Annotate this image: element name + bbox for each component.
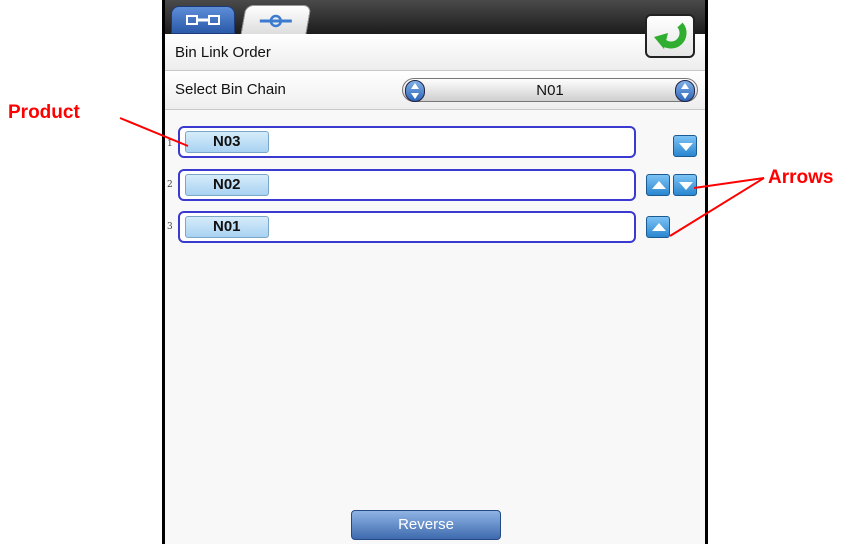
bin-chain-select-row: Select Bin Chain N01 [165,71,705,110]
link-order-list: 1 N03 2 N02 3 N01 [165,110,705,544]
product-chip[interactable]: N02 [185,174,269,196]
return-arrow-icon [654,22,687,49]
row-number: 1 [167,139,173,149]
arrows-callout-label: Arrows [768,167,834,188]
list-item[interactable]: N01 [178,211,636,243]
row-number: 2 [167,180,173,190]
arrow-up-icon [652,181,666,189]
spinner-left-icon[interactable] [405,80,425,102]
select-bin-chain-label: Select Bin Chain [175,81,286,98]
move-down-button[interactable] [673,174,697,196]
chain-link-icon [259,14,292,27]
list-item[interactable]: N03 [178,126,636,158]
tab-links[interactable] [240,5,312,35]
arrow-down-icon [679,182,693,190]
move-down-button[interactable] [673,135,697,157]
row-number: 3 [167,222,173,232]
bin-link-icon [186,15,220,25]
list-item[interactable]: N02 [178,169,636,201]
top-tab-bar [165,0,705,35]
arrow-down-icon [679,143,693,151]
arrow-up-icon [652,223,666,231]
product-chip[interactable]: N03 [185,131,269,153]
move-up-button[interactable] [646,174,670,196]
product-callout-label: Product [8,102,80,123]
spinner-right-icon[interactable] [675,80,695,102]
back-button[interactable] [645,14,695,58]
product-chip[interactable]: N01 [185,216,269,238]
page-title: Bin Link Order [175,44,271,61]
bin-chain-select[interactable]: N01 [402,78,698,102]
page-header: Bin Link Order [165,34,705,71]
bin-chain-value: N01 [536,81,564,99]
device-screen: Bin Link Order Select Bin Chain N01 1 N0… [162,0,708,544]
move-up-button[interactable] [646,216,670,238]
reverse-button[interactable]: Reverse [351,510,501,540]
tab-bins[interactable] [171,6,235,34]
